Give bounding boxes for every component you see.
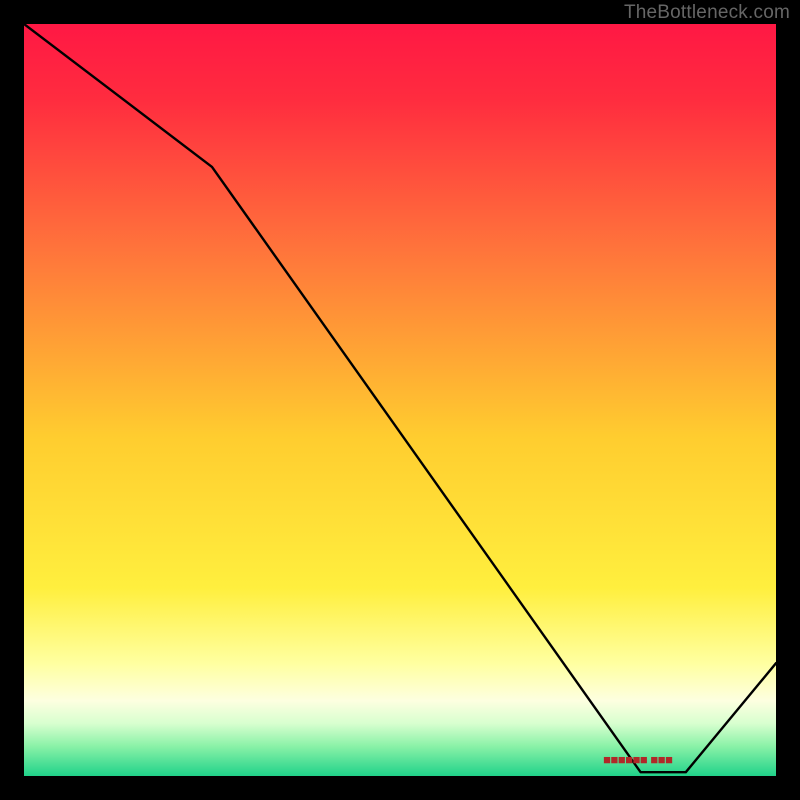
plot-gradient-bg <box>24 24 776 776</box>
chart-frame: TheBottleneck.com ■■■■■■ ■■■ <box>0 0 800 800</box>
watermark-text: TheBottleneck.com <box>624 2 790 24</box>
x-tick-label: ■■■■■■ ■■■ <box>603 752 672 767</box>
